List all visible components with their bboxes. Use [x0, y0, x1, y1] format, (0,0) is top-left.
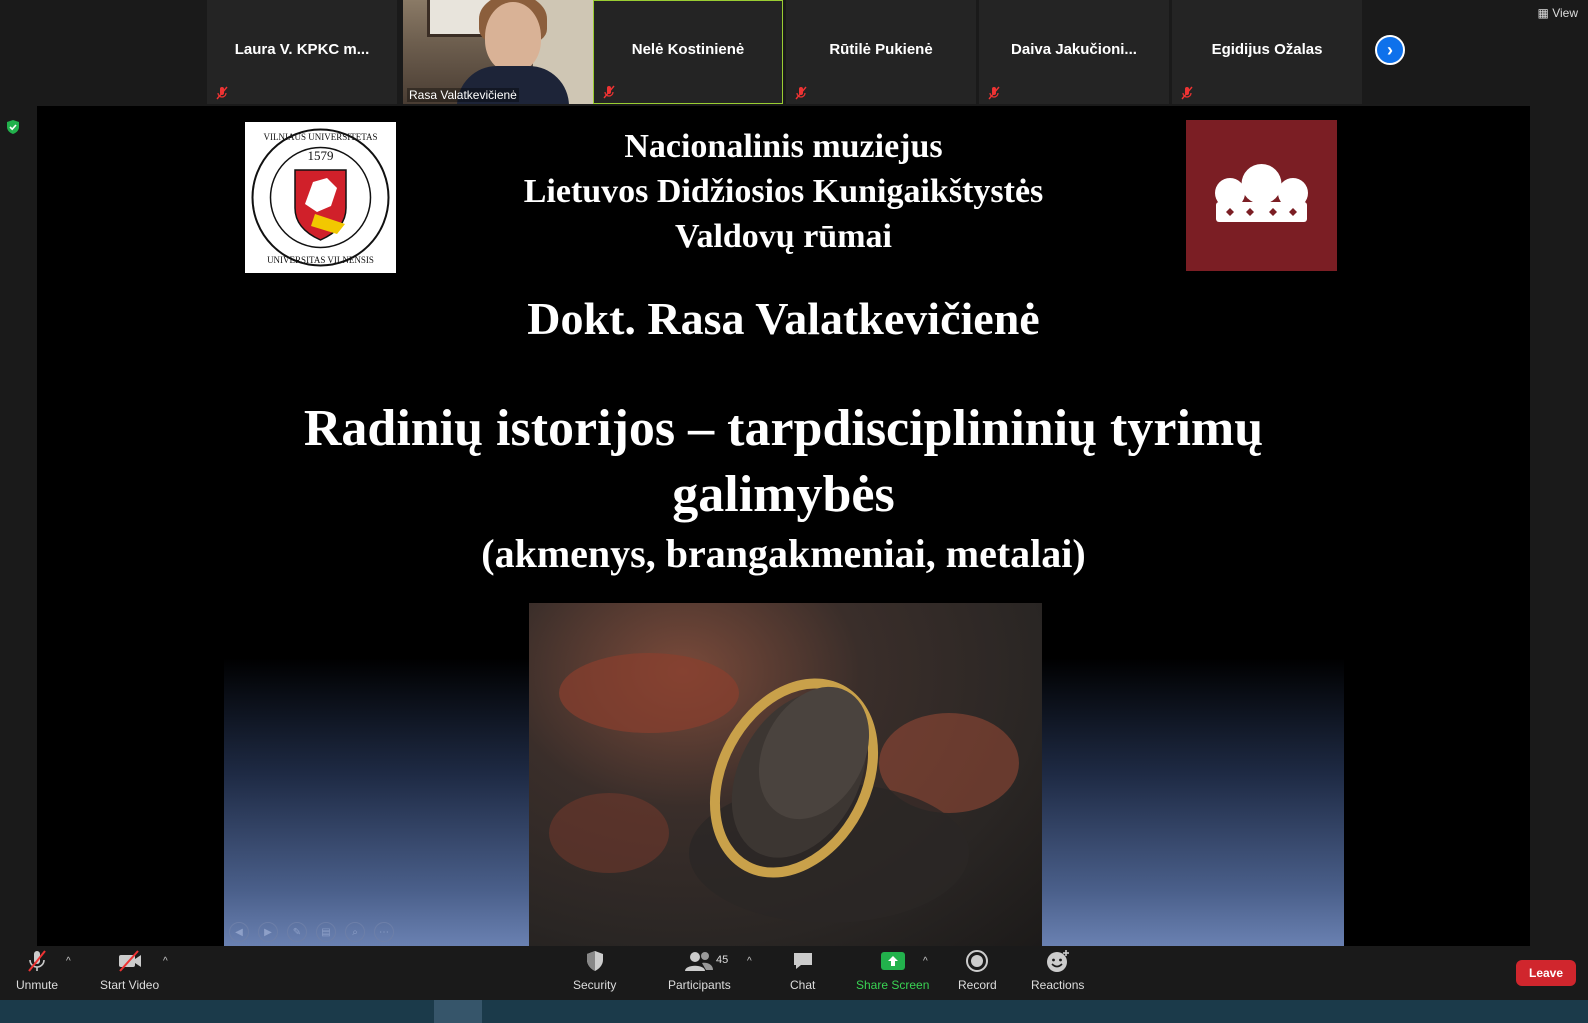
- video-options-caret-icon[interactable]: ^: [163, 956, 168, 967]
- leave-button[interactable]: Leave: [1516, 960, 1576, 986]
- participants-label: Participants: [668, 978, 731, 992]
- reactions-smiley-icon: [1046, 950, 1069, 972]
- unmute-button[interactable]: Unmute: [16, 948, 58, 992]
- muted-mic-icon: [988, 86, 1000, 100]
- participant-name: Daiva Jakučioni...: [1011, 40, 1137, 58]
- start-video-label: Start Video: [100, 978, 160, 992]
- slide-title-line: Radinių istorijos – tarpdisciplininių ty…: [303, 400, 1264, 457]
- institution-line: Valdovų rūmai: [675, 218, 892, 255]
- next-page-button[interactable]: ›: [1375, 35, 1405, 65]
- share-options-caret-icon[interactable]: ^: [923, 956, 928, 967]
- view-label: View: [1552, 6, 1578, 20]
- share-screen-icon: [880, 952, 905, 970]
- view-menu-button[interactable]: ▦ View: [1538, 6, 1578, 20]
- participants-options-caret-icon[interactable]: ^: [747, 956, 752, 967]
- previous-slide-icon[interactable]: ◀: [229, 922, 249, 942]
- participant-name: Laura V. KPKC m...: [234, 40, 370, 58]
- participant-video-tile[interactable]: Rasa Valatkevičienė: [403, 0, 593, 104]
- participant-tile[interactable]: Laura V. KPKC m...: [207, 0, 397, 104]
- muted-mic-icon: [603, 85, 615, 99]
- grid-icon: ▦: [1537, 6, 1549, 20]
- next-slide-icon[interactable]: ▶: [258, 922, 278, 942]
- muted-mic-icon: [1181, 86, 1193, 100]
- institution-name: Nacionalinis muziejus Lietuvos Didžiosio…: [37, 124, 1530, 259]
- meeting-toolbar: Unmute ^ Start Video ^ Security Particip…: [0, 946, 1588, 1000]
- participant-name: Egidijus Ožalas: [1211, 40, 1323, 58]
- presentation-controls: ◀ ▶ ✎ ▤ ⌕ ⋯: [229, 922, 394, 942]
- share-screen-label: Share Screen: [856, 978, 930, 992]
- participant-tile[interactable]: Rūtilė Pukienė: [786, 0, 976, 104]
- participants-count: 45: [716, 954, 729, 966]
- audio-options-caret-icon[interactable]: ^: [66, 956, 71, 967]
- unmute-label: Unmute: [16, 978, 59, 992]
- slides-icon[interactable]: ▤: [316, 922, 336, 942]
- reactions-label: Reactions: [1031, 978, 1085, 992]
- muted-mic-icon: [795, 86, 807, 100]
- chat-label: Chat: [790, 978, 816, 992]
- participant-tile[interactable]: Daiva Jakučioni...: [979, 0, 1169, 104]
- more-options-icon[interactable]: ⋯: [374, 922, 394, 942]
- share-screen-button[interactable]: Share Screen: [856, 948, 929, 992]
- slide-subtitle: (akmenys, brangakmeniai, metalai): [481, 531, 1086, 576]
- institution-line: Nacionalinis muziejus: [624, 128, 943, 165]
- slide-author: Dokt. Rasa Valatkevičienė: [527, 293, 1040, 344]
- slide-title-line: galimybės: [672, 466, 895, 523]
- chevron-right-icon: ›: [1387, 39, 1393, 60]
- security-button[interactable]: Security: [573, 948, 616, 992]
- zoom-icon[interactable]: ⌕: [345, 922, 365, 942]
- participant-name: Nelė Kostinienė: [631, 40, 745, 58]
- muted-mic-icon: [216, 86, 228, 100]
- encryption-shield-icon[interactable]: [6, 119, 20, 135]
- pen-icon[interactable]: ✎: [287, 922, 307, 942]
- ring-in-soil-photo: [529, 603, 1042, 946]
- security-label: Security: [573, 978, 617, 992]
- chat-button[interactable]: Chat: [790, 948, 815, 992]
- reactions-button[interactable]: Reactions: [1031, 948, 1084, 992]
- participant-tile[interactable]: Nelė Kostinienė: [593, 0, 783, 104]
- video-person: [485, 2, 541, 72]
- chat-bubble-icon: [793, 953, 812, 969]
- ring-image: [549, 653, 1019, 923]
- security-shield-icon: [586, 951, 603, 971]
- participant-name: Rūtilė Pukienė: [829, 40, 933, 58]
- participant-name: Rasa Valatkevičienė: [407, 88, 519, 102]
- taskbar-active-app[interactable]: [434, 1000, 482, 1023]
- record-label: Record: [958, 978, 997, 992]
- start-video-button[interactable]: Start Video: [100, 948, 159, 992]
- os-taskbar: [0, 1000, 1588, 1023]
- participants-icon: [685, 952, 714, 971]
- record-icon: [966, 950, 989, 972]
- institution-line: Lietuvos Didžiosios Kunigaikštystės: [523, 173, 1044, 210]
- record-button[interactable]: Record: [958, 948, 997, 992]
- shared-screen: 1579 VILNIAUS UNIVERSITETAS UNIVERSITAS …: [37, 106, 1530, 946]
- participant-tile[interactable]: Egidijus Ožalas: [1172, 0, 1362, 104]
- video-off-icon: [118, 950, 141, 972]
- slide-title: Radinių istorijos – tarpdisciplininių ty…: [37, 396, 1530, 528]
- participant-strip: Laura V. KPKC m... Rasa Valatkevičienė N…: [0, 0, 1588, 106]
- muted-mic-icon: [28, 950, 46, 972]
